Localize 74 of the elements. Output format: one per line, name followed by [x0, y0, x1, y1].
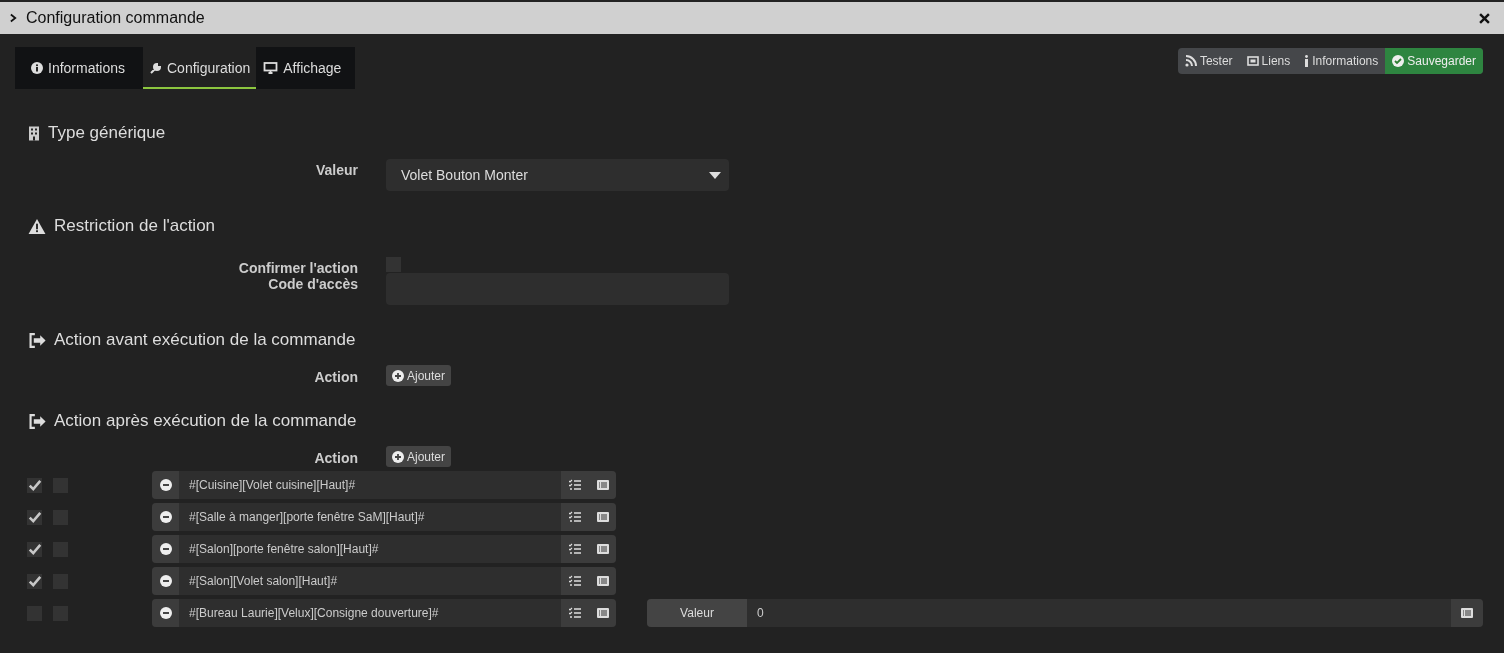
field-label: Confirmer l'action	[237, 259, 358, 276]
close-icon[interactable]	[1479, 12, 1490, 24]
remove-button[interactable]	[152, 599, 179, 627]
section-heading: Action après exécution de la commande	[54, 411, 357, 431]
field-label: Valeur	[314, 161, 358, 178]
list-button[interactable]	[589, 567, 616, 595]
remove-button[interactable]	[152, 567, 179, 595]
sign-out-icon	[28, 332, 46, 348]
minus-circle-icon	[159, 479, 172, 491]
enable-checkbox[interactable]	[27, 573, 42, 589]
info-icon	[1304, 55, 1310, 67]
minus-circle-icon	[159, 575, 172, 587]
tab[interactable]: Configuration	[143, 47, 257, 89]
monitor-icon	[263, 62, 279, 74]
option-value-field[interactable]: 0	[747, 599, 1451, 627]
caret-icon	[709, 171, 721, 179]
list-icon	[596, 479, 609, 491]
add-button[interactable]: Ajouter	[386, 365, 452, 386]
check-circle-icon	[1392, 55, 1405, 67]
remove-button[interactable]	[152, 471, 179, 499]
section-heading: Restriction de l'action	[54, 216, 216, 236]
info-icon	[31, 62, 43, 74]
list-button[interactable]	[589, 535, 616, 563]
checklist-icon	[569, 479, 581, 491]
toolbar-button[interactable]: Liens	[1239, 48, 1298, 74]
checklist-icon	[569, 575, 581, 587]
checklist-icon	[569, 511, 581, 523]
options-button[interactable]	[561, 567, 589, 595]
tab[interactable]: Affichage	[256, 47, 356, 89]
list-icon	[596, 543, 609, 555]
field-label: Action	[313, 449, 358, 466]
option-label: Valeur	[647, 599, 747, 627]
checklist-icon	[569, 543, 581, 555]
list-button[interactable]	[589, 599, 616, 627]
toolbar-button[interactable]: Sauvegarder	[1385, 48, 1483, 74]
toolbar-button[interactable]: Tester	[1177, 48, 1240, 74]
section-heading: Action avant exécution de la commande	[54, 330, 356, 350]
rss-icon	[1184, 55, 1197, 67]
options-button[interactable]	[561, 599, 589, 627]
frame-icon	[1246, 55, 1259, 67]
field-label: Code d'accès	[267, 275, 358, 292]
remove-button[interactable]	[152, 535, 179, 563]
remove-button[interactable]	[152, 503, 179, 531]
wrench-icon	[150, 62, 162, 74]
enable-checkbox[interactable]	[27, 509, 42, 525]
list-button[interactable]	[1451, 599, 1483, 627]
add-button[interactable]: Ajouter	[386, 446, 452, 467]
checklist-icon	[569, 607, 581, 619]
building-icon	[28, 125, 40, 141]
plus-circle-icon	[392, 450, 404, 463]
section-heading: Type générique	[48, 123, 166, 143]
warning-icon	[28, 218, 46, 234]
minus-circle-icon	[159, 511, 172, 523]
plus-circle-icon	[392, 369, 404, 382]
generic-type-dropdown[interactable]: Volet Bouton Monter	[386, 159, 729, 191]
options-button[interactable]	[561, 471, 589, 499]
chevron-icon	[10, 13, 17, 23]
options-button[interactable]	[561, 535, 589, 563]
list-icon	[596, 607, 609, 619]
tab[interactable]: Informations	[15, 47, 143, 89]
list-button[interactable]	[589, 471, 616, 499]
toolbar-button[interactable]: Informations	[1297, 48, 1386, 74]
options-button[interactable]	[561, 503, 589, 531]
enable-checkbox[interactable]	[27, 477, 42, 493]
list-icon	[1461, 607, 1473, 619]
list-button[interactable]	[589, 503, 616, 531]
list-icon	[596, 575, 609, 587]
field-label: Action	[313, 368, 358, 385]
minus-circle-icon	[159, 543, 172, 555]
sign-out-icon	[28, 413, 46, 429]
list-icon	[596, 511, 609, 523]
minus-circle-icon	[159, 607, 172, 619]
enable-checkbox[interactable]	[27, 541, 42, 557]
window-title: Configuration commande	[26, 9, 206, 27]
